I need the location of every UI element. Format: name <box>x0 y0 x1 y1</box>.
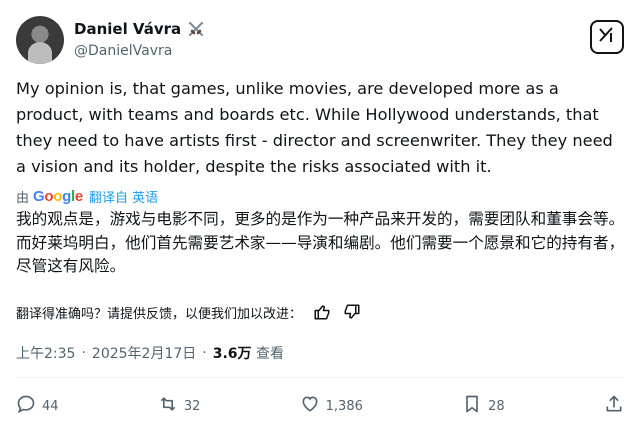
name-row: Daniel Vávra <box>74 20 205 38</box>
meta-separator: · <box>202 345 207 361</box>
tweet-time[interactable]: 上午2:35 <box>16 343 75 363</box>
display-name[interactable]: Daniel Vávra <box>74 20 181 38</box>
views-count: 3.6万 <box>212 346 252 362</box>
bookmark-icon <box>462 394 482 418</box>
translation-attribution: 由 Google 翻译自 英语 <box>16 187 158 206</box>
action-bar: 44 32 1,386 28 <box>16 394 624 418</box>
tweet-text: My opinion is, that games, unlike movies… <box>16 79 613 176</box>
bookmark-count: 28 <box>488 398 505 414</box>
like-count: 1,386 <box>325 398 363 414</box>
translation-feedback: 翻译得准确吗？请提供反馈，以便我们加以改进： <box>16 302 362 322</box>
retweet-count: 32 <box>183 398 201 414</box>
views-label: 查看 <box>255 346 284 362</box>
reply-button[interactable]: 44 <box>16 394 59 418</box>
meta-separator: · <box>81 345 86 361</box>
translated-text: 我的观点是，游戏与电影不同，更多的是作为一种产品来开发的，需要团队和董事会等。而… <box>16 210 625 275</box>
avatar[interactable] <box>16 16 64 64</box>
retweet-icon <box>158 394 178 418</box>
tweet-header: Daniel Vávra @DanielVavra <box>16 14 624 66</box>
reply-count: 44 <box>42 398 59 414</box>
reply-icon <box>16 394 36 418</box>
tweet-date[interactable]: 2025年2月17日 <box>92 343 196 363</box>
grok-icon <box>597 25 617 49</box>
crossed-swords-icon <box>187 20 205 38</box>
translated-from-link[interactable]: 翻译自 英语 <box>89 187 158 206</box>
feedback-prompt: 翻译得准确吗？请提供反馈，以便我们加以改进： <box>16 306 303 322</box>
share-button[interactable] <box>604 394 624 418</box>
thumbs-down-icon[interactable] <box>342 302 362 322</box>
bookmark-button[interactable]: 28 <box>462 394 505 418</box>
divider <box>16 377 624 378</box>
heart-icon <box>300 394 320 418</box>
google-logo: Google <box>33 188 83 205</box>
thumbs-up-icon[interactable] <box>312 302 332 322</box>
tweet-meta: 上午2:35 · 2025年2月17日 · 3.6万 查看 <box>16 343 284 363</box>
translated-by-label: 由 <box>16 191 30 206</box>
like-button[interactable]: 1,386 <box>300 394 363 418</box>
retweet-button[interactable]: 32 <box>158 394 201 418</box>
handle[interactable]: @DanielVavra <box>74 43 172 59</box>
share-icon <box>604 394 624 418</box>
grok-button[interactable] <box>590 20 624 54</box>
